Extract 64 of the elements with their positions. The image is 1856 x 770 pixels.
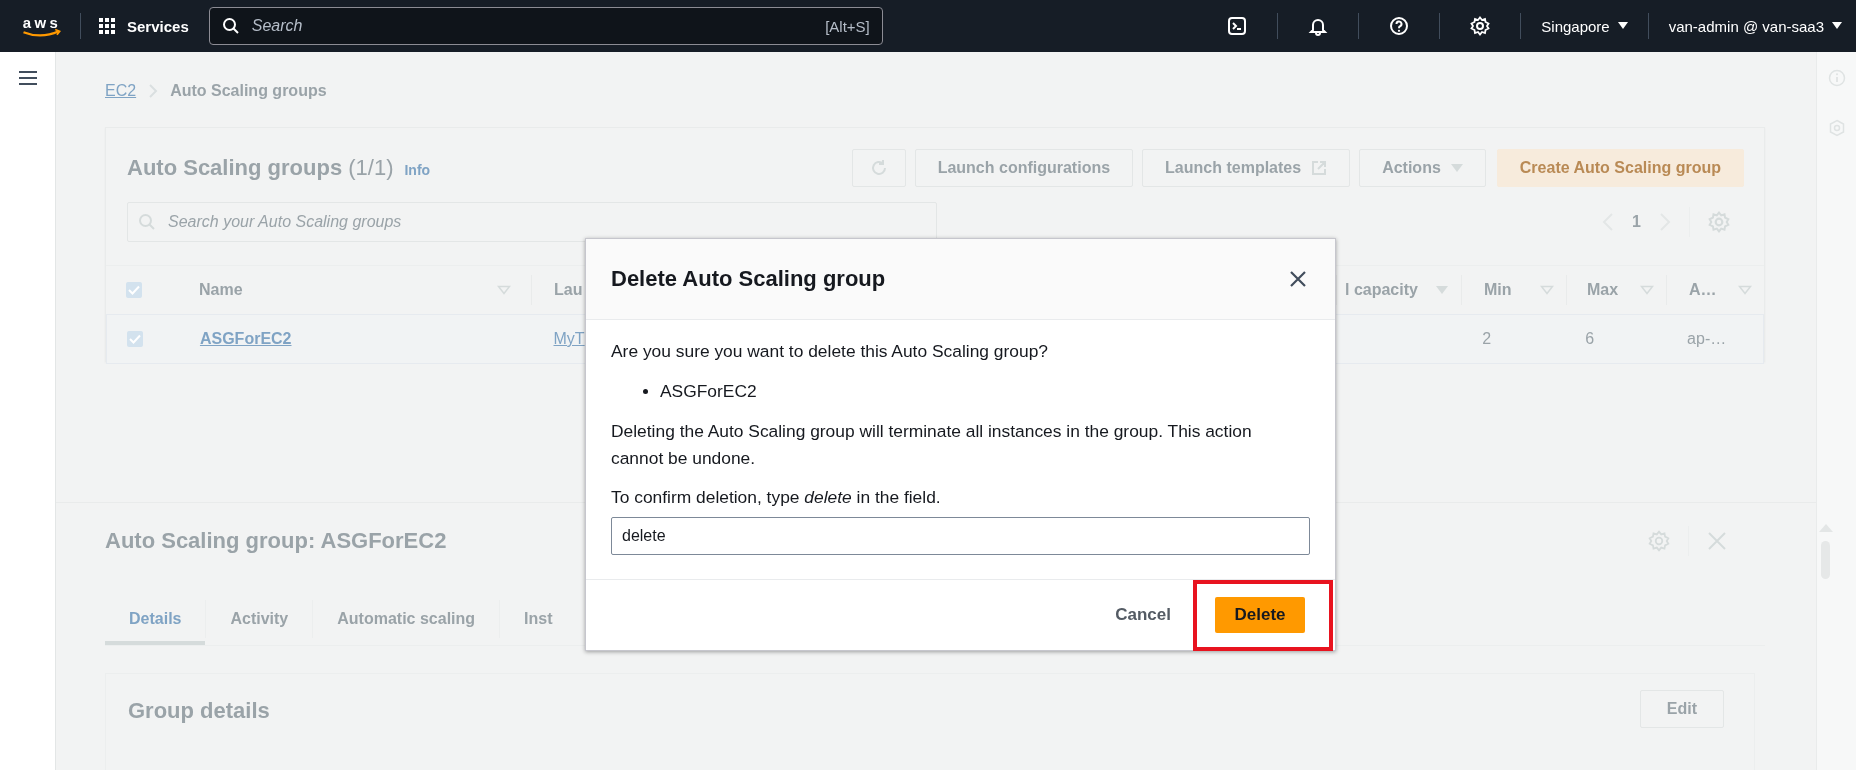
- search-icon: [221, 17, 240, 35]
- info-icon[interactable]: [1827, 69, 1846, 87]
- column-header[interactable]: Max: [1587, 281, 1640, 299]
- info-link[interactable]: Info: [404, 162, 431, 178]
- region-selector[interactable]: Singapore: [1541, 17, 1628, 35]
- search-input[interactable]: Search: [249, 16, 816, 36]
- create-button[interactable]: Create Auto Scaling group: [1496, 149, 1744, 187]
- menu-icon[interactable]: [18, 71, 37, 85]
- hexagon-icon[interactable]: [1827, 119, 1846, 137]
- bullet-icon: [643, 388, 648, 394]
- account-menu[interactable]: van-admin @ van-saa3: [1668, 17, 1842, 35]
- external-link-icon: [1311, 160, 1328, 176]
- caret-icon: [1832, 22, 1842, 30]
- sort-icon[interactable]: [1640, 285, 1654, 295]
- tab[interactable]: Activity: [206, 593, 313, 645]
- page-number[interactable]: 1: [1632, 213, 1641, 231]
- grid-icon: [97, 16, 117, 36]
- confirm-instruction: To confirm deletion, type delete in the field.: [611, 486, 942, 509]
- breadcrumb-current: Auto Scaling groups: [170, 82, 327, 100]
- sort-icon[interactable]: [1738, 285, 1752, 295]
- panel-title: Auto Scaling groups (1/1): [127, 155, 394, 181]
- table-cell: 6: [1585, 330, 1595, 348]
- caret-icon: [1450, 163, 1463, 173]
- column-header[interactable]: l capacity: [1345, 281, 1435, 299]
- sort-icon[interactable]: [497, 285, 511, 295]
- delete-button[interactable]: Delete: [1215, 596, 1305, 633]
- refresh-button[interactable]: [851, 149, 906, 187]
- table-cell: ap-…: [1687, 330, 1727, 348]
- sort-icon[interactable]: [1435, 285, 1449, 295]
- panel-button[interactable]: Launch configurations: [914, 149, 1134, 187]
- sort-icon[interactable]: [1540, 285, 1554, 295]
- warning-text: Deleting the Auto Scaling group will terminate all instances in the group. This action cannot be undone.: [611, 420, 1253, 470]
- select-all-checkbox[interactable]: [126, 282, 142, 298]
- section-title: Group details: [128, 698, 270, 724]
- tab[interactable]: Details: [105, 593, 206, 645]
- close-icon[interactable]: [1707, 531, 1727, 551]
- actions-dropdown[interactable]: Actions: [1359, 149, 1486, 187]
- tab[interactable]: Inst: [500, 593, 577, 645]
- cancel-button[interactable]: Cancel: [1111, 597, 1175, 633]
- help-icon[interactable]: [1389, 16, 1410, 36]
- confirmation-input[interactable]: delete: [611, 517, 1310, 555]
- confirmation-question: Are you sure you want to delete this Auto Scaling group?: [611, 340, 1049, 363]
- search-icon: [138, 213, 156, 231]
- services-menu-button[interactable]: Services: [97, 16, 189, 36]
- breadcrumb-link[interactable]: EC2: [105, 82, 137, 100]
- group-name-link[interactable]: ASGForEC2: [199, 330, 292, 348]
- launch-template-link[interactable]: MyT: [553, 330, 585, 348]
- dialog-title: Delete Auto Scaling group: [611, 266, 886, 292]
- column-header[interactable]: A…: [1689, 281, 1738, 299]
- search-field[interactable]: Search [Alt+S]: [208, 7, 883, 45]
- row-checkbox[interactable]: [127, 331, 143, 347]
- group-name: ASGForEC2: [660, 380, 757, 403]
- caret-icon: [1617, 22, 1628, 30]
- column-header[interactable]: Min: [1484, 281, 1540, 299]
- column-header[interactable]: Name: [199, 281, 497, 299]
- detail-panel-title: Auto Scaling group: ASGForEC2: [105, 528, 447, 554]
- chevron-right-icon: [148, 84, 159, 98]
- table-cell: 2: [1482, 330, 1492, 348]
- notifications-icon[interactable]: [1308, 16, 1329, 36]
- panel-button[interactable]: Launch templates: [1142, 149, 1351, 187]
- terminal-icon[interactable]: [1227, 16, 1248, 36]
- shortcut-hint: [Alt+S]: [825, 17, 870, 35]
- edit-button[interactable]: Edit: [1639, 690, 1724, 728]
- tab[interactable]: Automatic scaling: [313, 593, 500, 645]
